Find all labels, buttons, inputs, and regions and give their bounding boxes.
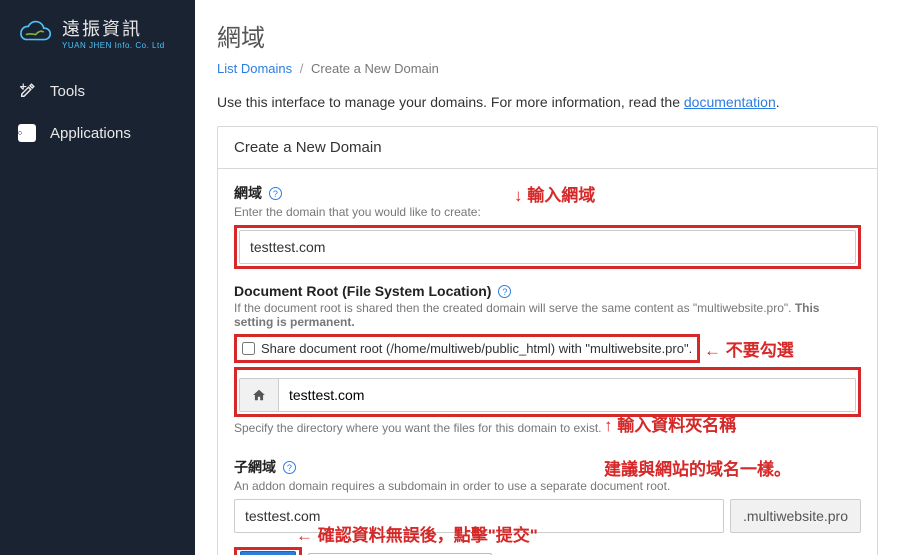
main-content: 網域 List Domains / Create a New Domain Us… <box>195 0 900 555</box>
documentation-link[interactable]: documentation <box>684 94 776 110</box>
share-docroot-row[interactable]: Share document root (/home/multiweb/publ… <box>240 338 694 359</box>
subdomain-hint: An addon domain requires a subdomain in … <box>234 479 861 493</box>
subdomain-label: 子網域 <box>234 459 276 475</box>
home-icon <box>240 379 279 411</box>
annotation-do-not-check: ← 不要勾選 <box>704 336 794 361</box>
domain-input[interactable] <box>239 230 856 264</box>
breadcrumb-root[interactable]: List Domains <box>217 61 292 76</box>
highlight-folder-input <box>234 367 861 417</box>
help-icon[interactable]: ? <box>498 285 511 298</box>
help-icon[interactable]: ? <box>283 461 296 474</box>
sidebar-item-tools[interactable]: Tools <box>0 70 195 112</box>
folder-input[interactable] <box>279 379 855 411</box>
share-docroot-checkbox[interactable] <box>242 342 255 355</box>
docroot-hint: If the document root is shared then the … <box>234 301 861 329</box>
domain-section: 網域 ? ↓ 輸入網域 Enter the domain that you wo… <box>234 183 861 269</box>
docroot-section: Document Root (File System Location) ? I… <box>234 283 861 435</box>
breadcrumb: List Domains / Create a New Domain <box>217 61 878 76</box>
domain-label: 網域 <box>234 185 262 201</box>
share-docroot-label: Share document root (/home/multiweb/publ… <box>261 341 692 356</box>
intro-text: Use this interface to manage your domain… <box>217 94 878 110</box>
tools-icon <box>18 82 36 100</box>
highlight-share-checkbox: Share document root (/home/multiweb/publ… <box>234 334 700 363</box>
submit-button[interactable]: 提交 <box>240 551 296 555</box>
folder-input-group <box>239 378 856 412</box>
cloud-logo-icon <box>14 20 54 46</box>
docroot-label: Document Root (File System Location) <box>234 283 491 299</box>
annotation-enter-domain: ↓ 輸入網域 <box>514 181 595 206</box>
help-icon[interactable]: ? <box>269 187 282 200</box>
annotation-enter-folder: ↑ 輸入資料夾名稱 <box>604 411 736 436</box>
brand-name-cn: 遠振資訊 <box>62 15 165 41</box>
actions-row: 提交 Submit And Create Another ← 確認資料無誤後，點… <box>234 547 861 555</box>
subdomain-suffix: .multiwebsite.pro <box>730 499 861 533</box>
brand-name-en: YUAN JHEN Info. Co. Ltd <box>62 41 165 50</box>
highlight-submit-button: 提交 <box>234 547 302 555</box>
breadcrumb-sep: / <box>300 61 304 76</box>
folder-hint: Specify the directory where you want the… <box>234 421 861 435</box>
panel-title: Create a New Domain <box>218 127 877 169</box>
sidebar-item-label: Applications <box>50 125 131 142</box>
annotation-confirm-submit: ← 確認資料無誤後，點擊"提交" <box>296 521 538 546</box>
sidebar: 遠振資訊 YUAN JHEN Info. Co. Ltd Tools Appli… <box>0 0 195 555</box>
create-domain-panel: Create a New Domain 網域 ? ↓ 輸入網域 Enter th… <box>217 126 878 555</box>
page-title: 網域 <box>217 18 878 53</box>
annotation-suggest-same: 建議與網站的域名一樣。 <box>604 455 791 480</box>
sidebar-item-label: Tools <box>50 83 85 100</box>
domain-hint: Enter the domain that you would like to … <box>234 205 861 219</box>
brand-logo: 遠振資訊 YUAN JHEN Info. Co. Ltd <box>0 10 195 70</box>
sidebar-item-applications[interactable]: Applications <box>0 112 195 154</box>
highlight-domain-input <box>234 225 861 269</box>
breadcrumb-current: Create a New Domain <box>311 61 439 76</box>
applications-icon <box>18 124 36 142</box>
